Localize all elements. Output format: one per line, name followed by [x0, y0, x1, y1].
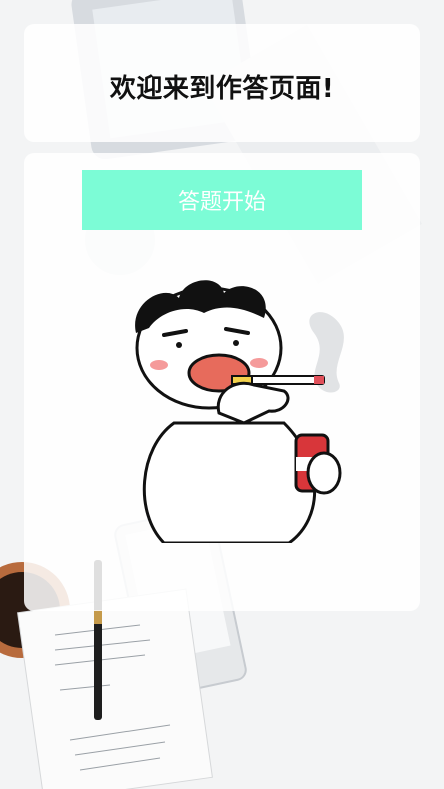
- quiz-card: 答题开始 C: [24, 153, 420, 611]
- start-quiz-button[interactable]: 答题开始: [82, 170, 362, 230]
- page-title: 欢迎来到作答页面!: [109, 74, 335, 104]
- smoking-mascot-illustration: C: [135, 280, 344, 543]
- welcome-card: 欢迎来到作答页面!: [24, 24, 420, 142]
